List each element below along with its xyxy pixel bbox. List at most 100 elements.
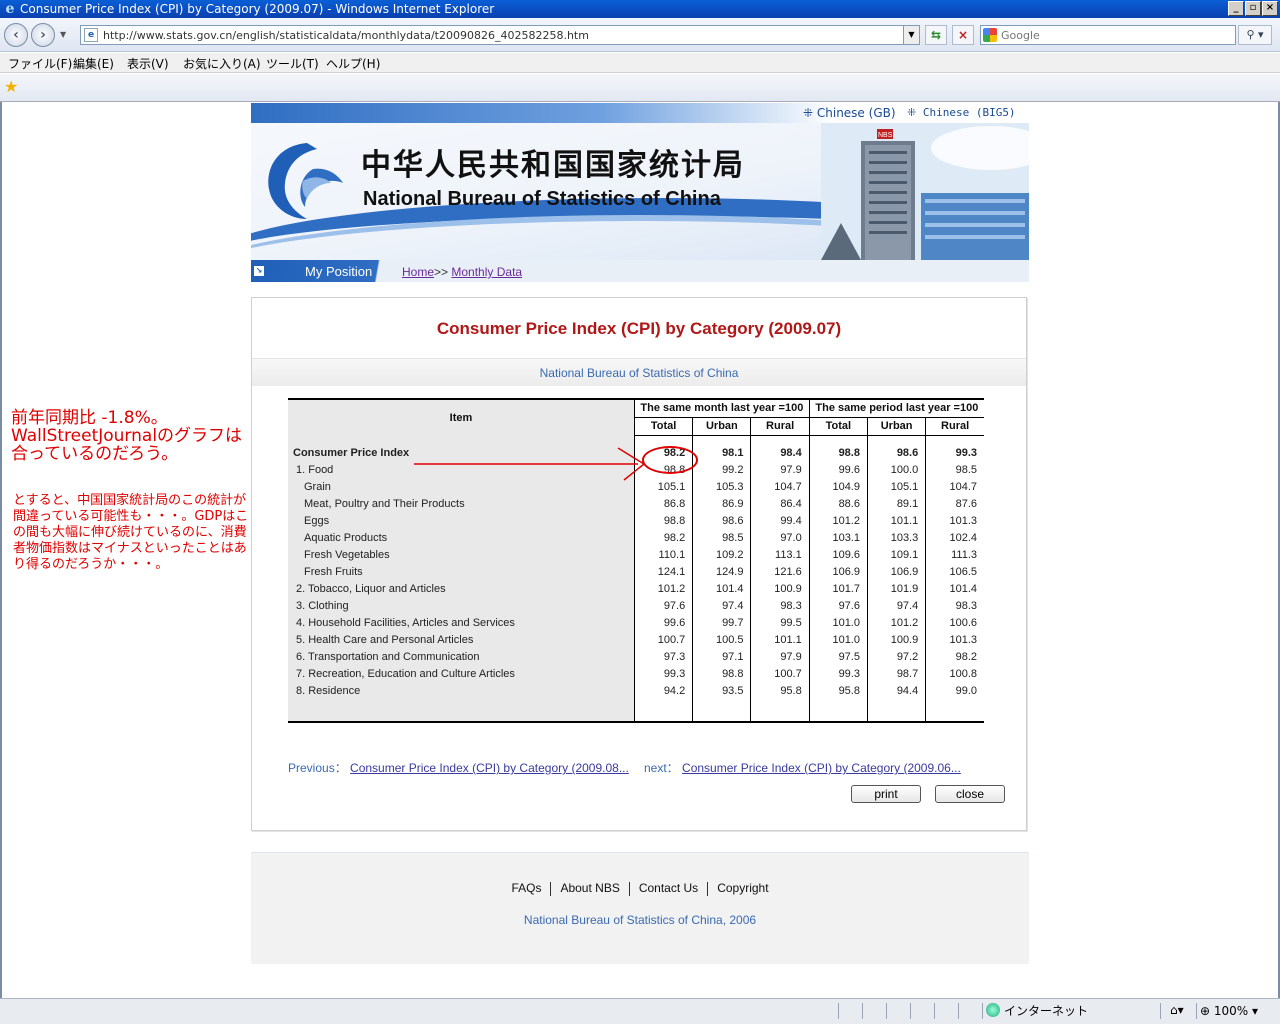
table-cell: 101.4 <box>692 581 752 598</box>
zone-label: インターネット <box>1004 1004 1089 1018</box>
my-position-label: My Position <box>305 264 373 279</box>
table-cell: 101.4 <box>949 583 977 595</box>
table-cell <box>750 435 810 445</box>
footer-faqs-link[interactable]: FAQs <box>502 881 550 895</box>
row-label: 6. Transportation and Communication <box>288 649 635 666</box>
history-dropdown-icon[interactable]: ▼ <box>60 30 66 39</box>
table-cell: 98.3 <box>750 598 810 615</box>
print-button[interactable]: print <box>851 785 921 803</box>
highlight-circle <box>642 446 698 474</box>
protected-mode-icon[interactable]: ⌂▾ <box>1170 1003 1184 1017</box>
favorites-bar: ★ <box>0 74 1280 102</box>
status-divider <box>886 1003 887 1019</box>
menu-bar: ファイル(F) 編集(E) 表示(V) お気に入り(A) ツール(T) ヘルプ(… <box>0 53 1280 73</box>
table-cell: 104.7 <box>750 479 810 496</box>
breadcrumb-home-link[interactable]: Home <box>402 265 434 279</box>
status-divider <box>934 1003 935 1019</box>
table-cell: 97.5 <box>809 649 868 666</box>
table-cell <box>867 700 927 723</box>
menu-tools[interactable]: ツール(T) <box>266 55 319 72</box>
ie-icon: e <box>5 1 15 17</box>
favorites-star-icon[interactable]: ★ <box>4 78 18 96</box>
footer-copyright-link[interactable]: Copyright <box>708 881 777 895</box>
footer-contact-link[interactable]: Contact Us <box>630 881 707 895</box>
address-input[interactable] <box>103 27 903 43</box>
table-cell: 105.3 <box>692 479 752 496</box>
lang-gb-label: Chinese (GB) <box>816 106 896 120</box>
table-cell: 99.6 <box>809 462 868 479</box>
refresh-icon[interactable]: ⇆ <box>925 25 947 45</box>
menu-help[interactable]: ヘルプ(H) <box>326 55 380 72</box>
table-cell: 101.2 <box>634 581 694 598</box>
my-position-tab: ↘ My Position <box>251 260 397 282</box>
breadcrumb: ↘ My Position Home>> Monthly Data <box>251 260 1029 282</box>
lang-gb-link[interactable]: ⁜ Chinese (GB) <box>803 106 896 120</box>
site-footer: FAQs About NBS Contact Us Copyright Nationa… <box>251 852 1029 964</box>
table-row: 7. Recreation, Education and Culture Art… <box>288 666 984 683</box>
lang-big5-link[interactable]: ⁜ Chinese (BIG5) <box>907 106 1016 119</box>
page-title: Consumer Price Index (CPI) by Category (… <box>436 319 842 338</box>
row-label: 3. Clothing <box>288 598 635 615</box>
previous-label: Previous： <box>288 761 347 775</box>
column-header: Rural <box>750 417 810 436</box>
table-cell: 93.5 <box>692 683 752 700</box>
next-link[interactable]: Consumer Price Index (CPI) by Category (… <box>682 761 961 775</box>
table-cell: 99.3 <box>634 666 694 683</box>
close-button[interactable]: close <box>935 785 1005 803</box>
table-cell: 98.3 <box>955 600 977 612</box>
breadcrumb-separator: >> <box>434 265 449 279</box>
same-month-group-header: The same month last year =100 <box>634 398 810 418</box>
minimize-button[interactable]: _ <box>1228 1 1244 16</box>
table-cell: 101.3 <box>949 634 977 646</box>
status-divider <box>862 1003 863 1019</box>
table-row: Aquatic Products 98.2 98.5 97.0 103.1 103.3 10… <box>288 530 984 547</box>
table-cell: 109.1 <box>867 547 927 564</box>
table-cell: 101.7 <box>809 581 868 598</box>
item-column-header: Item <box>288 398 635 435</box>
breadcrumb-monthly-data-link[interactable]: Monthly Data <box>451 265 522 279</box>
maximize-button[interactable]: ▫ <box>1245 1 1261 16</box>
next-nav: next： Consumer Price Index (CPI) by Cate… <box>644 761 961 775</box>
row-label: Aquatic Products <box>288 530 635 547</box>
table-row: Meat, Poultry and Their Products 86.8 86.9… <box>288 496 984 513</box>
table-cell: 101.0 <box>809 632 868 649</box>
address-field[interactable]: e ▼ <box>80 25 920 45</box>
menu-edit[interactable]: 編集(E) <box>73 55 114 72</box>
menu-file[interactable]: ファイル(F) <box>8 55 72 72</box>
table-cell: 98.4 <box>750 445 810 462</box>
title-bar: e Consumer Price Index (CPI) by Category… <box>0 0 1280 18</box>
menu-view[interactable]: 表示(V) <box>127 55 169 72</box>
column-header: Rural <box>925 417 984 436</box>
search-icon[interactable]: ⚲ ▾ <box>1238 25 1272 45</box>
zoom-level[interactable]: ⊕ 100% ▾ <box>1200 1003 1258 1019</box>
status-divider <box>1160 1003 1161 1019</box>
search-input[interactable] <box>1001 27 1221 43</box>
table-cell: 98.7 <box>867 666 927 683</box>
table-cell: 98.1 <box>692 445 752 462</box>
column-header: Total <box>809 417 868 436</box>
table-cell: 86.8 <box>634 496 694 513</box>
table-spacer-row <box>288 435 984 445</box>
close-window-button[interactable]: × <box>1262 1 1278 16</box>
back-button[interactable]: ‹ <box>4 23 28 47</box>
table-cell: 97.3 <box>634 649 694 666</box>
stop-icon[interactable]: × <box>952 25 974 45</box>
address-toolbar: ‹ › ▼ e ▼ ⇆ × ⚲ ▾ <box>0 18 1280 52</box>
table-cell: 99.7 <box>692 615 752 632</box>
table-cell <box>634 435 694 445</box>
footer-about-link[interactable]: About NBS <box>551 881 628 895</box>
forward-button[interactable]: › <box>31 23 55 47</box>
table-cell: 95.8 <box>809 683 868 700</box>
table-cell: 99.5 <box>750 615 810 632</box>
address-dropdown-icon[interactable]: ▼ <box>903 26 919 44</box>
search-field[interactable] <box>980 25 1236 45</box>
table-row: 5. Health Care and Personal Articles 100.… <box>288 632 984 649</box>
previous-link[interactable]: Consumer Price Index (CPI) by Category (… <box>350 761 629 775</box>
table-cell: 100.9 <box>867 632 927 649</box>
table-cell: 106.9 <box>867 564 927 581</box>
header-cn-title: 中华人民共和国国家统计局 <box>361 148 745 183</box>
table-cell: 104.9 <box>809 479 868 496</box>
menu-favorites[interactable]: お気に入り(A) <box>183 55 261 72</box>
table-cell: 99.4 <box>750 513 810 530</box>
table-cell: 111.3 <box>951 549 977 561</box>
